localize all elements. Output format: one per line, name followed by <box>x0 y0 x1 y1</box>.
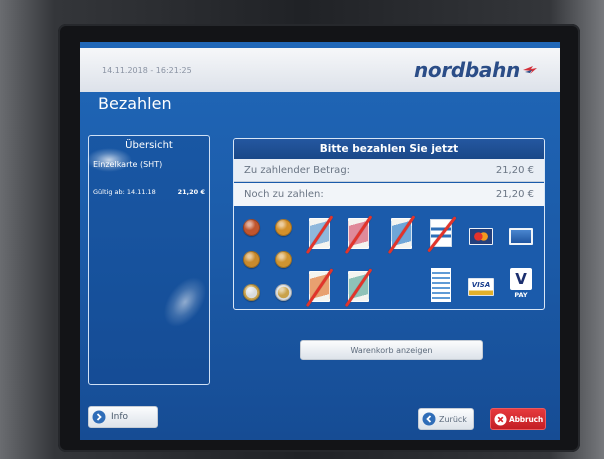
coin-icon <box>274 283 292 301</box>
maestro-card-icon <box>469 227 493 245</box>
not-accepted-strike <box>345 267 373 307</box>
cart-item-row: Gültig ab: 14.11.18 21,20 € <box>93 188 205 196</box>
coin-icon <box>242 250 260 268</box>
not-accepted-strike <box>306 214 334 254</box>
nordbahn-logo: nordbahn <box>414 57 538 83</box>
not-accepted-strike <box>345 214 373 254</box>
overview-panel: Übersicht Einzelkarte (SHT) Gültig ab: 1… <box>88 135 210 385</box>
payment-panel: Bitte bezahlen Sie jetzt Zu zahlender Be… <box>233 138 545 310</box>
banknote-icon <box>345 267 373 307</box>
cart-item-name: Einzelkarte (SHT) <box>93 160 163 169</box>
overview-title: Übersicht <box>125 140 173 151</box>
cancel-button[interactable]: Abbruch <box>490 408 546 430</box>
close-circle-icon <box>494 412 507 426</box>
cart-item-price: 21,20 € <box>177 188 205 196</box>
visa-card-icon: VISA <box>468 278 494 296</box>
not-accepted-strike <box>306 267 334 307</box>
credit-card-icon <box>509 227 533 245</box>
ticket-machine-screen: 14.11.2018 - 16:21:25 nordbahn Bezahlen … <box>80 42 560 440</box>
banknote-icon <box>306 267 334 307</box>
cancel-button-label: Abbruch <box>509 414 543 424</box>
coin-icon <box>274 250 292 268</box>
top-bar: 14.11.2018 - 16:21:25 nordbahn <box>80 48 560 92</box>
info-button[interactable]: Info <box>88 406 158 428</box>
coin-icon <box>242 218 260 236</box>
visa-card-label: VISA <box>471 280 491 289</box>
page-title: Bezahlen <box>98 94 172 113</box>
banknote-icon <box>306 214 334 254</box>
arrow-right-circle-icon <box>92 410 106 424</box>
banknote-icon <box>345 214 373 254</box>
geldkarte-icon <box>431 268 451 302</box>
valid-from-label: Gültig ab: 14.11.18 <box>93 188 156 196</box>
info-button-label: Info <box>111 412 129 422</box>
coin-icon <box>242 283 260 301</box>
not-accepted-strike <box>427 215 457 253</box>
vpay-card-sublabel: PAY <box>514 291 528 299</box>
coin-icon <box>274 218 292 236</box>
show-cart-button[interactable]: Warenkorb anzeigen <box>300 340 483 360</box>
date-time: 14.11.2018 - 16:21:25 <box>102 66 192 75</box>
brand-name: nordbahn <box>413 58 520 82</box>
back-button-label: Zurück <box>439 414 467 424</box>
not-accepted-strike <box>388 214 416 254</box>
logo-arrow-icon <box>523 66 537 74</box>
arrow-left-circle-icon <box>422 412 436 426</box>
payment-methods: VISA V PAY <box>234 139 544 309</box>
back-button[interactable]: Zurück <box>418 408 474 430</box>
vpay-card-label: V <box>515 270 527 288</box>
banknote-icon <box>388 214 416 254</box>
ec-card-icon <box>427 215 457 253</box>
vpay-card-icon: V PAY <box>510 268 532 299</box>
